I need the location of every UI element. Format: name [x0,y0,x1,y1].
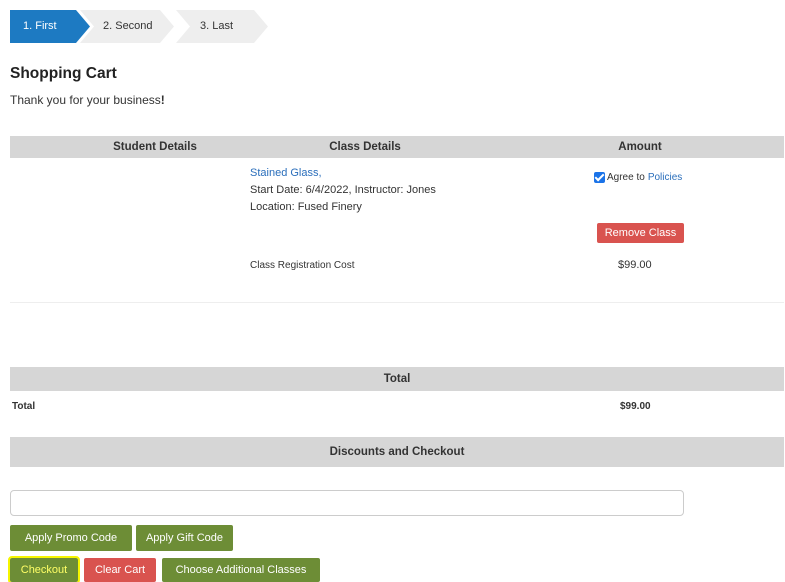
apply-gift-code-button[interactable]: Apply Gift Code [136,525,233,551]
registration-cost-value: $99.00 [618,259,652,271]
clear-cart-button[interactable]: Clear Cart [84,558,156,582]
thank-you-mark: ! [160,93,165,107]
checkout-button[interactable]: Checkout [8,556,80,582]
checkout-steps: 1. First 2. Second 3. Last [10,10,280,43]
remove-class-button[interactable]: Remove Class [597,223,684,243]
page-title: Shopping Cart [10,65,117,82]
class-details-header: Class Details [329,141,401,153]
total-label: Total [12,401,36,412]
total-header: Total [10,367,784,391]
thank-you-text: Thank you for your business [10,93,161,107]
row-divider [10,302,784,303]
apply-promo-code-button[interactable]: Apply Promo Code [10,525,132,551]
class-location-line: Location: Fused Finery [250,201,362,213]
choose-additional-classes-button[interactable]: Choose Additional Classes [162,558,320,582]
policies-link[interactable]: Policies [648,172,682,183]
student-details-header: Student Details [113,141,197,153]
registration-cost-label: Class Registration Cost [250,260,355,271]
step-last[interactable]: 3. Last [176,10,268,43]
step-second[interactable]: 2. Second [80,10,174,43]
class-name-link[interactable]: Stained Glass, [250,167,322,179]
thank-you-message: Thank you for your business! [10,93,165,107]
step-first[interactable]: 1. First [10,10,90,43]
agree-checkbox[interactable] [594,172,605,183]
total-value: $99.00 [620,401,651,412]
discounts-header: Discounts and Checkout [10,437,784,467]
cart-table-header: Student Details Class Details Amount [10,136,784,158]
class-start-line: Start Date: 6/4/2022, Instructor: Jones [250,184,436,196]
agree-label: Agree to [607,172,645,183]
promo-code-input[interactable] [10,490,684,516]
amount-header: Amount [618,141,662,153]
agree-policies: Agree to Policies [594,172,682,183]
